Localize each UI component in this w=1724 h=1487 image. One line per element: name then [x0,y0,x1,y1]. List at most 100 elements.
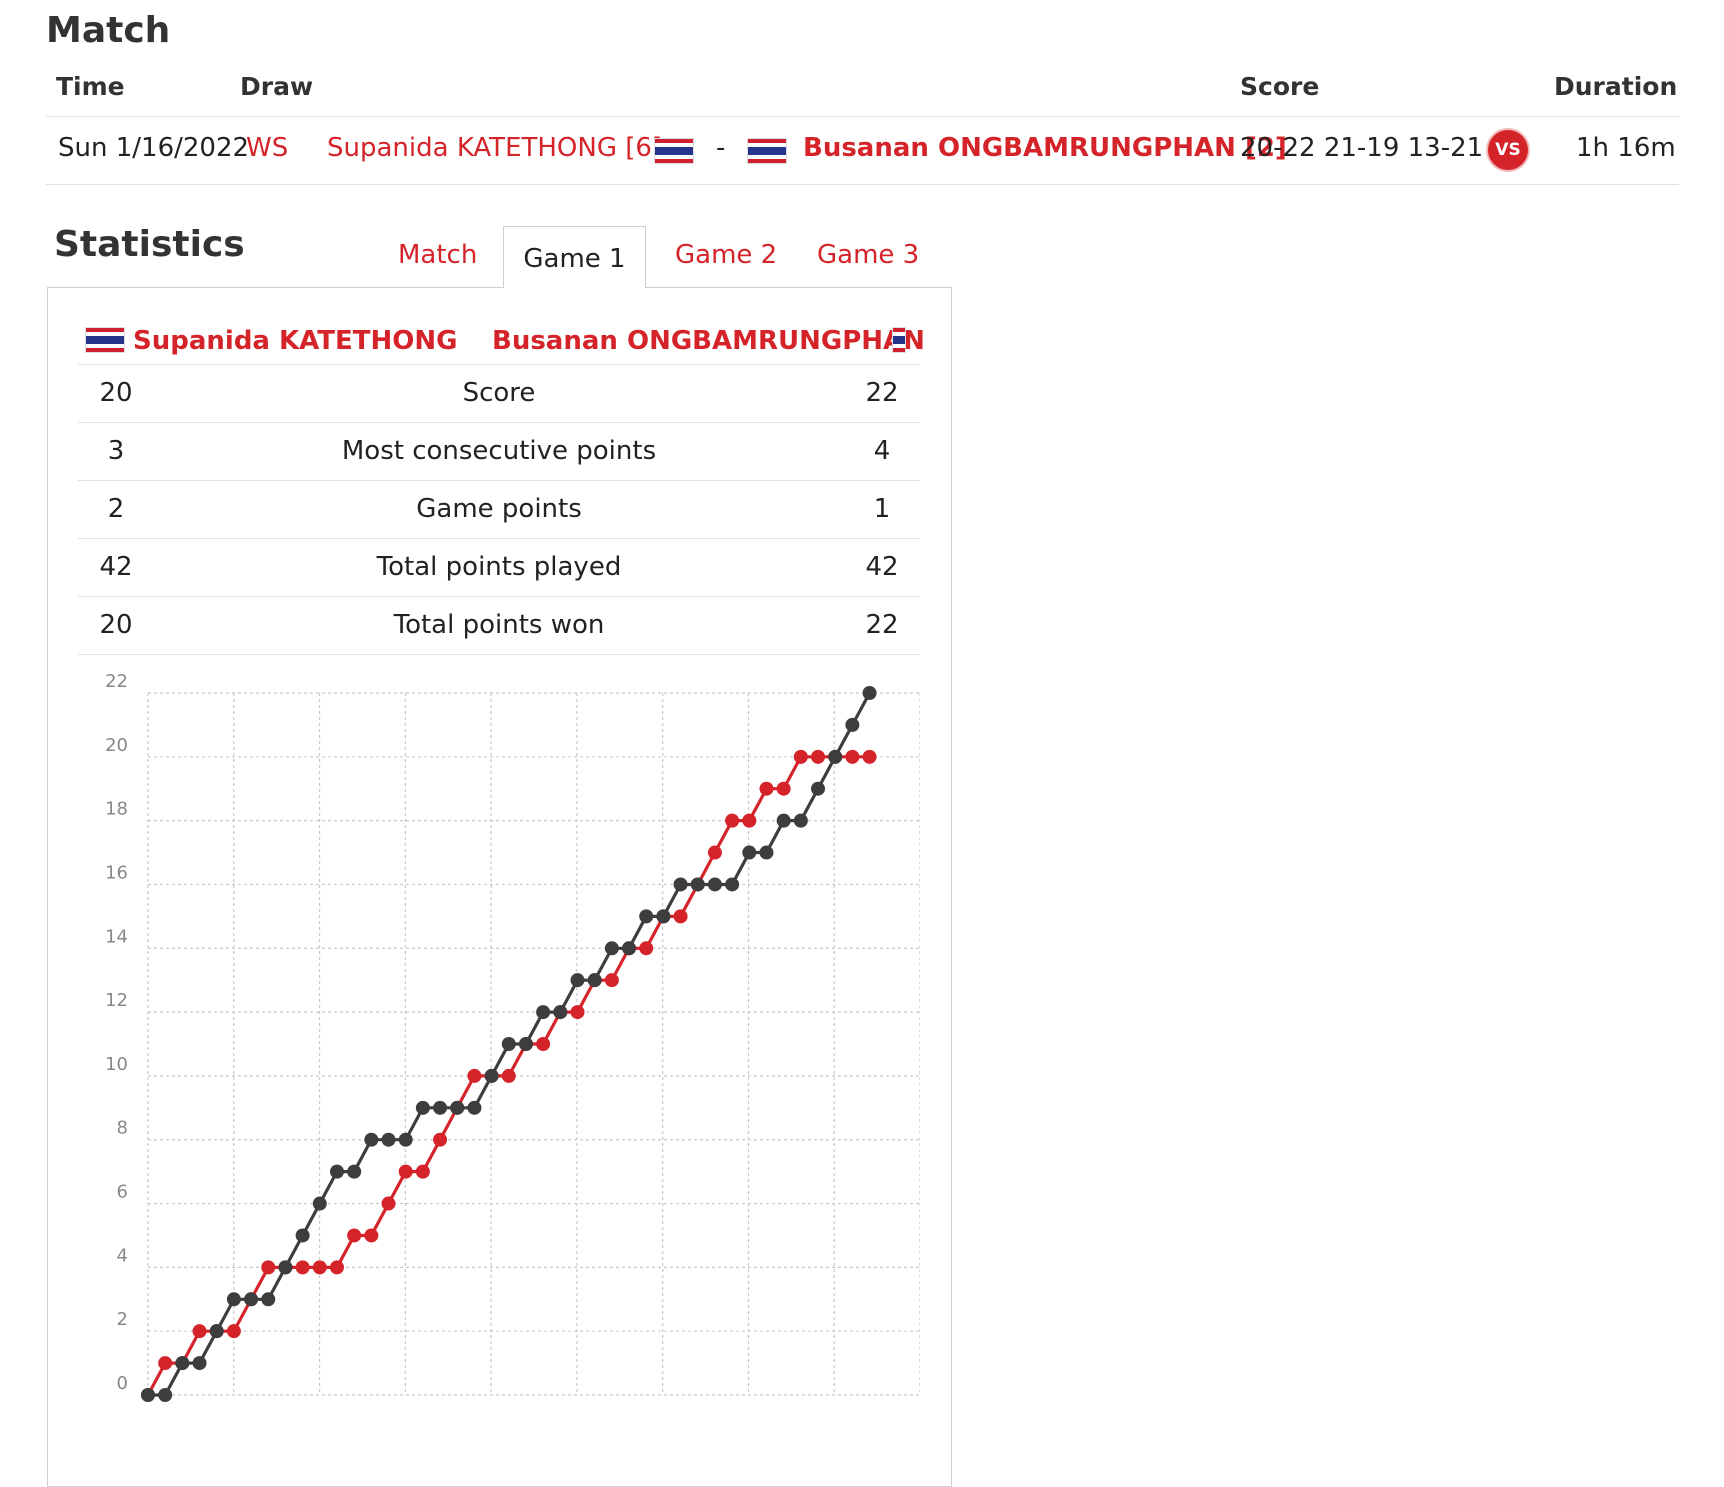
stats-player1-link[interactable]: Supanida KATETHONG [133,326,457,356]
stat-row-total-won: 20 Total points won 22 [78,596,920,655]
vs-icon[interactable]: VS [1488,130,1528,170]
series-2-point [656,909,671,924]
stat-left-value: 20 [99,378,133,408]
series-2-point [415,1100,430,1115]
series-1-point [312,1260,327,1275]
series-2-point [759,845,774,860]
stat-label: Total points won [393,610,605,640]
draw-link[interactable]: WS [246,133,288,163]
series-2-point [295,1228,310,1243]
score-progression-chart: 0 2 4 6 8 10 12 14 16 18 20 22 [105,671,920,1402]
stat-label: Total points played [376,552,622,582]
tab-match[interactable]: Match [398,240,477,270]
row-divider [46,184,1679,185]
series-1-point [793,749,808,764]
series-2-point [862,686,877,700]
series-2-point [450,1100,465,1115]
series-1-point [226,1324,241,1339]
series-2-point [329,1164,344,1179]
series-1-point [536,1037,551,1051]
series-2-point [226,1292,241,1307]
series-2-point [690,877,705,892]
series-2-point [261,1292,276,1307]
series-2-point [484,1068,499,1083]
series-1-point [467,1068,482,1083]
thailand-flag-icon [654,138,694,164]
y-tick-label: 6 [117,1182,128,1203]
y-tick-label: 22 [105,671,128,692]
y-tick-label: 16 [105,862,128,883]
series-2-point [742,845,757,860]
stat-right-value: 4 [873,436,891,466]
player2-link[interactable]: Busanan ONGBAMRUNGPHAN [2] [803,133,1287,163]
thailand-flag-icon [747,138,787,164]
stat-row-most-consecutive: 3 Most consecutive points 4 [78,422,920,481]
series-2-point [278,1260,293,1275]
y-tick-label: 12 [105,990,128,1011]
thailand-flag-icon [892,327,906,353]
col-draw: Draw [240,72,314,101]
series-1-point [381,1196,396,1211]
series-2-point [725,877,740,892]
y-tick-label: 18 [105,799,128,820]
series-2-point [364,1132,379,1147]
series-2-point [553,1005,568,1020]
series-1-point [433,1132,448,1147]
series-1-point [811,749,826,764]
series-1-point [639,941,654,956]
series-2-point [209,1324,224,1339]
series-1-point [759,781,774,796]
series-1-point [158,1356,173,1371]
col-duration: Duration [1554,72,1678,101]
series-2-point [141,1388,155,1402]
stats-player2-link[interactable]: Busanan ONGBAMRUNGPHAN [492,326,925,356]
tab-game-3[interactable]: Game 3 [817,240,919,270]
tab-game-1[interactable]: Game 1 [503,226,646,288]
series-2-point [604,941,619,956]
series-2-point [622,941,637,956]
series-2-point [811,781,826,796]
stat-left-value: 3 [107,436,125,466]
series-2-point [845,717,860,732]
y-tick-label: 20 [105,735,128,756]
series-1-point [742,813,757,828]
col-time: Time [56,72,125,101]
tab-game-2[interactable]: Game 2 [675,240,777,270]
series-2-point [501,1037,516,1051]
series-2-point [244,1292,259,1307]
series-2-point [570,973,585,988]
stat-row-game-points: 2 Game points 1 [78,480,920,539]
stat-left-value: 20 [99,610,133,640]
series-2-point [433,1100,448,1115]
match-duration: 1h 16m [1576,133,1676,163]
series-1-point [192,1324,207,1339]
y-tick-label: 2 [117,1309,128,1330]
series-2-point [192,1356,207,1371]
stat-right-value: 42 [865,552,899,582]
series-1-point [725,813,740,828]
series-2-point [467,1100,482,1115]
series-2-point [518,1037,533,1051]
stat-left-value: 42 [99,552,133,582]
series-1-point [347,1228,362,1243]
stat-row-score: 20 Score 22 [78,364,920,423]
thailand-flag-icon [85,327,125,353]
series-2-point [587,973,602,988]
series-2-point [707,877,722,892]
series-1-point [415,1164,430,1179]
header-divider [46,116,1679,117]
stat-right-value: 22 [865,610,899,640]
series-1-point [862,749,877,764]
series-1-point [707,845,722,860]
series-1-point [604,973,619,988]
match-heading: Match [46,10,171,51]
series-2-point [347,1164,362,1179]
series-2-point [776,813,791,828]
series-2-point [639,909,654,924]
stat-row-total-played: 42 Total points played 42 [78,538,920,597]
series-1-point [398,1164,413,1179]
series-1-point [845,749,860,764]
series-1-point [295,1260,310,1275]
player1-link[interactable]: Supanida KATETHONG [6] [327,133,662,163]
series-1-point [776,781,791,796]
